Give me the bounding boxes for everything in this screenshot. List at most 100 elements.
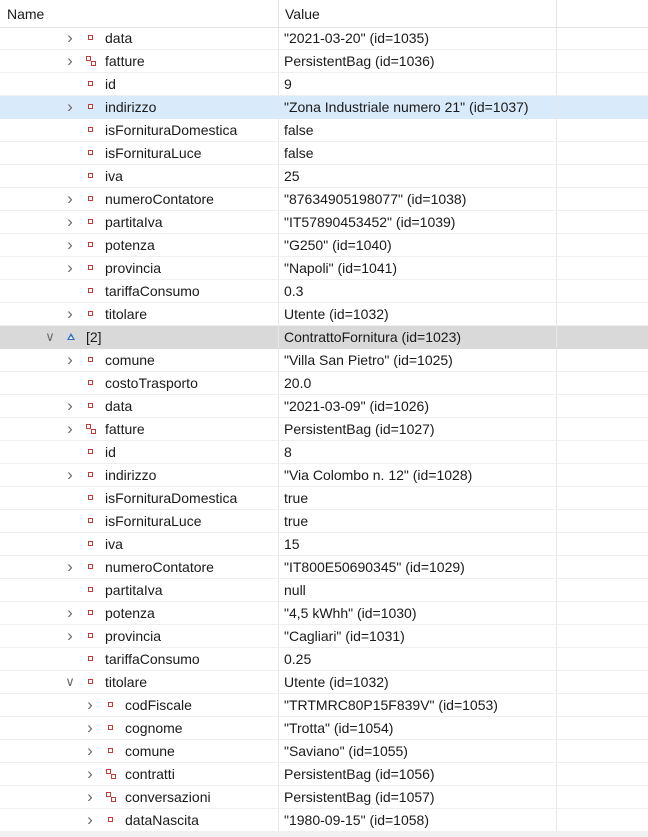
chevron-right-icon[interactable]: › [64, 420, 76, 438]
chevron-right-icon[interactable]: › [64, 98, 76, 116]
tree-row[interactable]: id 9 [0, 73, 648, 96]
tree-row[interactable]: › potenza "4,5 kWhh" (id=1030) [0, 602, 648, 625]
tree-row[interactable]: › contratti PersistentBag (id=1056) [0, 763, 648, 786]
tree-row[interactable]: › data "2021-03-09" (id=1026) [0, 395, 648, 418]
tree-row[interactable]: isFornituraDomestica true [0, 487, 648, 510]
variable-value[interactable]: null [284, 582, 306, 598]
variable-value[interactable]: "TRTMRC80P15F839V" (id=1053) [284, 697, 498, 713]
variable-value[interactable]: "1980-09-15" (id=1058) [284, 812, 429, 828]
tree-row[interactable]: › indirizzo "Via Colombo n. 12" (id=1028) [0, 464, 648, 487]
variable-value[interactable]: 0.25 [284, 651, 311, 667]
variable-value[interactable]: Utente (id=1032) [284, 674, 389, 690]
tree-row[interactable]: › comune "Villa San Pietro" (id=1025) [0, 349, 648, 372]
tree-row[interactable]: partitaIva null [0, 579, 648, 602]
tree-row[interactable]: id 8 [0, 441, 648, 464]
variable-value[interactable]: false [284, 145, 314, 161]
tree-row[interactable]: › numeroContatore "87634905198077" (id=103… [0, 188, 648, 211]
chevron-right-icon[interactable]: › [64, 305, 76, 323]
tree-row[interactable]: tariffaConsumo 0.25 [0, 648, 648, 671]
chevron-right-icon[interactable]: › [64, 213, 76, 231]
tree-row[interactable]: › codFiscale "TRTMRC80P15F839V" (id=1053) [0, 694, 648, 717]
variable-value[interactable]: "4,5 kWhh" (id=1030) [284, 605, 417, 621]
chevron-right-icon[interactable]: › [64, 52, 76, 70]
variable-value[interactable]: 9 [284, 76, 292, 92]
chevron-right-icon[interactable]: › [84, 696, 96, 714]
variable-value[interactable]: "Via Colombo n. 12" (id=1028) [284, 467, 472, 483]
chevron-right-icon[interactable]: › [84, 719, 96, 737]
value-column-header[interactable]: Value [285, 6, 320, 22]
horizontal-scrollbar[interactable] [0, 831, 648, 837]
tree-row[interactable]: › fatture PersistentBag (id=1036) [0, 50, 648, 73]
variable-value[interactable]: 20.0 [284, 375, 311, 391]
chevron-right-icon[interactable]: › [64, 29, 76, 47]
chevron-right-icon[interactable]: › [84, 742, 96, 760]
variable-value[interactable]: 0.3 [284, 283, 303, 299]
chevron-right-icon[interactable]: › [64, 236, 76, 254]
tree-row[interactable]: iva 15 [0, 533, 648, 556]
variable-value[interactable]: ContrattoFornitura (id=1023) [284, 329, 461, 345]
chevron-right-icon[interactable]: › [64, 259, 76, 277]
tree-row[interactable]: isFornituraLuce false [0, 142, 648, 165]
tree-row[interactable]: › numeroContatore "IT800E50690345" (id=102… [0, 556, 648, 579]
chevron-right-icon[interactable]: › [64, 627, 76, 645]
variable-value[interactable]: "Saviano" (id=1055) [284, 743, 408, 759]
tree-row[interactable]: › dataNascita "1980-09-15" (id=1058) [0, 809, 648, 832]
variable-value[interactable]: "Trotta" (id=1054) [284, 720, 393, 736]
variable-value[interactable]: "IT800E50690345" (id=1029) [284, 559, 465, 575]
tree-row[interactable]: › comune "Saviano" (id=1055) [0, 740, 648, 763]
chevron-right-icon[interactable]: › [64, 604, 76, 622]
tree-row[interactable]: › conversazioni PersistentBag (id=1057) [0, 786, 648, 809]
tree-row[interactable]: iva 25 [0, 165, 648, 188]
chevron-right-icon[interactable]: › [84, 788, 96, 806]
tree-row[interactable]: isFornituraLuce true [0, 510, 648, 533]
column-divider [278, 648, 279, 670]
variable-value[interactable]: "Napoli" (id=1041) [284, 260, 397, 276]
variable-value[interactable]: "87634905198077" (id=1038) [284, 191, 466, 207]
variable-value[interactable]: Utente (id=1032) [284, 306, 389, 322]
chevron-right-icon[interactable]: › [64, 351, 76, 369]
variable-value[interactable]: PersistentBag (id=1057) [284, 789, 435, 805]
tree-row[interactable]: tariffaConsumo 0.3 [0, 280, 648, 303]
variable-value[interactable]: "2021-03-09" (id=1026) [284, 398, 429, 414]
tree-row[interactable]: › potenza "G250" (id=1040) [0, 234, 648, 257]
column-divider[interactable] [278, 0, 279, 27]
chevron-right-icon[interactable]: › [64, 466, 76, 484]
chevron-down-icon[interactable]: ∨ [44, 328, 56, 346]
variable-value[interactable]: "Cagliari" (id=1031) [284, 628, 405, 644]
column-divider[interactable] [556, 0, 557, 27]
tree-row[interactable]: › data "2021-03-20" (id=1035) [0, 27, 648, 50]
variable-value[interactable]: true [284, 513, 308, 529]
tree-row[interactable]: ∨ [2] ContrattoFornitura (id=1023) [0, 326, 648, 349]
variable-value[interactable]: false [284, 122, 314, 138]
tree-row[interactable]: costoTrasporto 20.0 [0, 372, 648, 395]
chevron-right-icon[interactable]: › [84, 765, 96, 783]
variable-value[interactable]: "Villa San Pietro" (id=1025) [284, 352, 453, 368]
tree-row[interactable]: ∨ titolare Utente (id=1032) [0, 671, 648, 694]
chevron-right-icon[interactable]: › [64, 558, 76, 576]
variable-value[interactable]: 8 [284, 444, 292, 460]
variable-value[interactable]: "IT57890453452" (id=1039) [284, 214, 455, 230]
tree-row[interactable]: › titolare Utente (id=1032) [0, 303, 648, 326]
tree-row[interactable]: › cognome "Trotta" (id=1054) [0, 717, 648, 740]
variable-value[interactable]: 15 [284, 536, 300, 552]
variable-value[interactable]: 25 [284, 168, 300, 184]
variable-value[interactable]: PersistentBag (id=1036) [284, 53, 435, 69]
tree-row[interactable]: › partitaIva "IT57890453452" (id=1039) [0, 211, 648, 234]
variable-value[interactable]: "G250" (id=1040) [284, 237, 392, 253]
tree-row[interactable]: › provincia "Cagliari" (id=1031) [0, 625, 648, 648]
variable-value[interactable]: PersistentBag (id=1027) [284, 421, 435, 437]
name-column-header[interactable]: Name [7, 6, 44, 22]
tree-row[interactable]: › fatture PersistentBag (id=1027) [0, 418, 648, 441]
tree-row[interactable]: isFornituraDomestica false [0, 119, 648, 142]
variable-value[interactable]: "Zona Industriale numero 21" (id=1037) [284, 99, 529, 115]
variable-value[interactable]: PersistentBag (id=1056) [284, 766, 435, 782]
column-divider [556, 349, 557, 371]
variable-value[interactable]: true [284, 490, 308, 506]
tree-row[interactable]: › provincia "Napoli" (id=1041) [0, 257, 648, 280]
chevron-right-icon[interactable]: › [64, 190, 76, 208]
chevron-down-icon[interactable]: ∨ [64, 673, 76, 691]
tree-row[interactable]: › indirizzo "Zona Industriale numero 21" (… [0, 96, 648, 119]
variable-value[interactable]: "2021-03-20" (id=1035) [284, 30, 429, 46]
chevron-right-icon[interactable]: › [84, 811, 96, 829]
chevron-right-icon[interactable]: › [64, 397, 76, 415]
